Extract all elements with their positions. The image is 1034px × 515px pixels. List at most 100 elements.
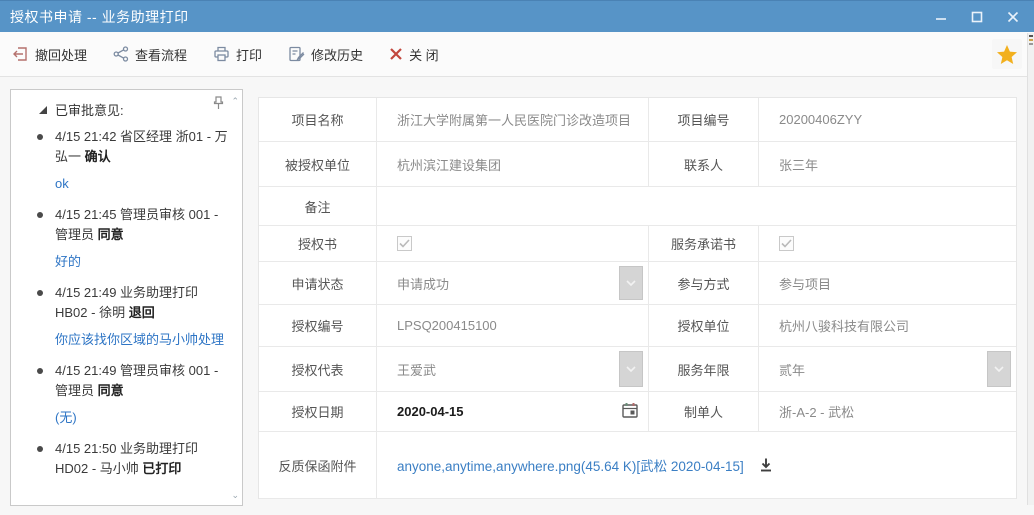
authorization-number-value: LPSQ200415100: [377, 305, 649, 347]
approval-action: 同意: [98, 227, 124, 242]
check-icon: [781, 239, 792, 248]
field-label-participation: 参与方式: [649, 262, 759, 305]
tree-expand-icon: [39, 106, 47, 114]
approvals-header[interactable]: 已审批意见:: [29, 98, 228, 127]
application-status-select[interactable]: 申请成功: [377, 262, 649, 305]
maximize-icon: [971, 11, 983, 23]
approval-comment: ok: [29, 174, 228, 193]
project-name-value: 浙江大学附属第一人民医院门诊改造项目: [377, 98, 649, 142]
approval-item: 4/15 21:49 业务助理打印 HB02 - 徐明 退回: [29, 283, 228, 323]
authorizing-unit-value: 杭州八骏科技有限公司: [759, 305, 1016, 347]
creator-value: 浙-A-2 - 武松: [759, 392, 1016, 432]
application-status-value: 申请成功: [397, 274, 449, 293]
history-button[interactable]: 修改历史: [288, 45, 363, 64]
close-button[interactable]: 关 闭: [389, 45, 439, 64]
view-flow-button[interactable]: 查看流程: [113, 45, 187, 64]
field-label-authorizing-unit: 授权单位: [649, 305, 759, 347]
approval-comment: 好的: [29, 252, 228, 271]
field-label-project-name: 项目名称: [259, 98, 377, 142]
download-icon[interactable]: [758, 457, 774, 473]
field-label-contact: 联系人: [649, 142, 759, 187]
approval-item: 4/15 21:42 省区经理 浙01 - 万弘一 确认: [29, 127, 228, 167]
participation-value: 参与项目: [759, 262, 1016, 305]
maximize-button[interactable]: [966, 11, 988, 23]
field-label-representative: 授权代表: [259, 347, 377, 392]
field-label-service-commitment: 服务承诺书: [649, 226, 759, 262]
scroll-down-arrow[interactable]: ⌄: [231, 490, 239, 501]
field-label-application-status: 申请状态: [259, 262, 377, 305]
calendar-icon[interactable]: [621, 401, 639, 422]
approval-action: 确认: [85, 149, 111, 164]
print-label: 打印: [236, 45, 262, 64]
bullet-icon: [37, 134, 43, 140]
field-label-attachment: 反质保函附件: [259, 432, 377, 499]
withdraw-return-icon: [12, 46, 29, 62]
withdraw-button[interactable]: 撤回处理: [12, 45, 87, 64]
withdraw-label: 撤回处理: [35, 45, 87, 64]
field-label-authorization-number: 授权编号: [259, 305, 377, 347]
approval-item: 4/15 21:45 管理员审核 001 - 管理员 同意: [29, 205, 228, 245]
bullet-icon: [37, 446, 43, 452]
service-years-select[interactable]: 贰年: [759, 347, 1016, 392]
edit-history-icon: [288, 46, 305, 62]
pin-icon[interactable]: [213, 96, 224, 115]
approval-action: 退回: [129, 305, 155, 320]
print-button[interactable]: 打印: [213, 45, 262, 64]
field-label-creator: 制单人: [649, 392, 759, 432]
collapsed-edge-strip[interactable]: [1027, 33, 1034, 505]
authorization-date-field[interactable]: 2020-04-15: [377, 392, 649, 432]
approval-item: 4/15 21:50 业务助理打印 HD02 - 马小帅 已打印: [29, 439, 228, 479]
representative-value: 王爱武: [397, 360, 436, 379]
chevron-down-icon: [626, 366, 636, 372]
dropdown-button[interactable]: [987, 351, 1011, 387]
minimize-icon: [935, 11, 947, 23]
printer-icon: [213, 46, 230, 62]
approval-comment: (无): [29, 408, 228, 427]
field-label-remarks: 备注: [259, 187, 377, 226]
close-window-button[interactable]: [1002, 11, 1024, 23]
approval-action: 同意: [98, 383, 124, 398]
service-years-value: 贰年: [779, 360, 805, 379]
favorite-button[interactable]: [992, 39, 1022, 69]
minimize-button[interactable]: [930, 11, 952, 23]
field-label-authorized-unit: 被授权单位: [259, 142, 377, 187]
chevron-down-icon: [626, 280, 636, 286]
representative-select[interactable]: 王爱武: [377, 347, 649, 392]
authorization-date-value: 2020-04-15: [397, 404, 464, 419]
remarks-value[interactable]: [377, 187, 1016, 226]
check-icon: [399, 239, 410, 248]
scroll-up-arrow[interactable]: ⌃: [231, 96, 239, 107]
approval-text: 4/15 21:45 管理员审核 001 - 管理员: [55, 207, 218, 242]
field-label-authorization-letter: 授权书: [259, 226, 377, 262]
project-number-value: 20200406ZYY: [759, 98, 1016, 142]
approval-comment: 你应该找你区域的马小帅处理: [29, 330, 228, 349]
service-commitment-checkbox[interactable]: [779, 236, 794, 251]
window-title: 授权书申请 -- 业务助理打印: [10, 7, 189, 27]
star-icon: [996, 44, 1018, 65]
bullet-icon: [37, 290, 43, 296]
dropdown-button[interactable]: [619, 266, 643, 300]
approval-action: 已打印: [142, 461, 181, 476]
window-titlebar: 授权书申请 -- 业务助理打印: [0, 0, 1034, 32]
attachment-link[interactable]: anyone,anytime,anywhere.png(45.64 K)[武松 …: [397, 455, 744, 475]
field-label-authorization-date: 授权日期: [259, 392, 377, 432]
bullet-icon: [37, 368, 43, 374]
approval-text: 4/15 21:42 省区经理 浙01 - 万弘一: [55, 129, 228, 164]
approval-text: 4/15 21:49 业务助理打印 HB02 - 徐明: [55, 285, 198, 320]
authorization-letter-checkbox[interactable]: [397, 236, 412, 251]
close-label: 关 闭: [409, 45, 439, 64]
authorized-unit-value: 杭州滨江建设集团: [377, 142, 649, 187]
chevron-down-icon: [994, 366, 1004, 372]
approvals-panel: ⌃ ⌄ 已审批意见: 4/15 21:42 省区经理 浙01 - 万弘一 确认 …: [10, 89, 243, 506]
dropdown-button[interactable]: [619, 351, 643, 387]
contact-value: 张三年: [759, 142, 1016, 187]
view-flow-label: 查看流程: [135, 45, 187, 64]
bullet-icon: [37, 212, 43, 218]
approval-text: 4/15 21:49 管理员审核 001 - 管理员: [55, 363, 218, 398]
approval-item: 4/15 21:49 管理员审核 001 - 管理员 同意: [29, 361, 228, 401]
field-label-service-years: 服务年限: [649, 347, 759, 392]
toolbar: 撤回处理 查看流程 打印 修改历史 关 闭: [0, 32, 1034, 77]
history-label: 修改历史: [311, 45, 363, 64]
authorization-form: 项目名称 浙江大学附属第一人民医院门诊改造项目 项目编号 20200406ZYY…: [258, 97, 1017, 499]
close-x-icon: [389, 47, 403, 61]
